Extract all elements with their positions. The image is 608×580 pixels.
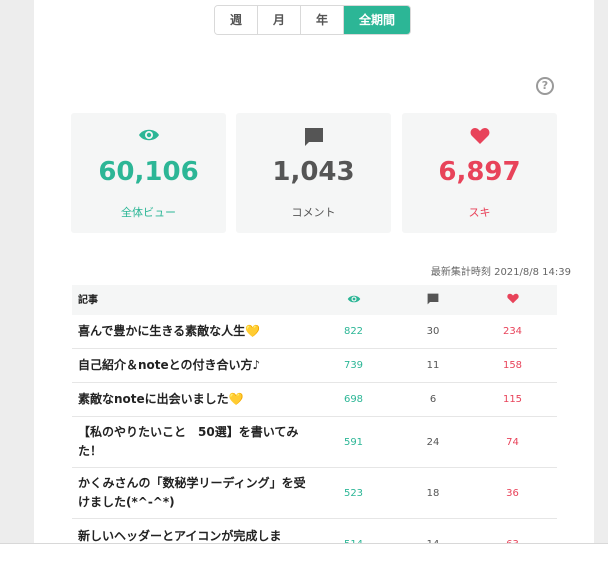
comments-label: コメント: [291, 206, 336, 219]
article-title[interactable]: 喜んで豊かに生きる素敵な人生💛: [72, 322, 309, 341]
period-tabs: 週 月 年 全期間: [214, 5, 411, 35]
eye-icon: [347, 295, 360, 302]
comment-icon: [427, 293, 439, 304]
help-icon[interactable]: ?: [536, 77, 554, 95]
column-likes: [468, 293, 557, 307]
heart-icon: [506, 293, 519, 304]
table-row[interactable]: かくみさんの「数秘学リーディング」を受けました(*^-^*) 523 18 36: [72, 468, 557, 519]
comments-card: 1,043 コメント: [236, 113, 391, 233]
article-comments: 30: [426, 326, 440, 337]
article-comments: 18: [426, 487, 440, 499]
views-card: 60,106 全体ビュー: [71, 113, 226, 233]
article-comments: 11: [426, 360, 440, 371]
article-views: 739: [343, 360, 364, 371]
likes-card: 6,897 スキ: [402, 113, 557, 233]
table-header: 記事: [72, 285, 557, 315]
views-total: 60,106: [98, 157, 199, 187]
article-stats-table: 記事 喜んで豊かに生きる素敵な人生💛 822 30 234 自己紹介＆noteと…: [72, 285, 557, 569]
tab-week[interactable]: 週: [215, 6, 258, 34]
article-views: 822: [343, 326, 364, 337]
article-comments: 24: [426, 436, 440, 448]
article-title[interactable]: かくみさんの「数秘学リーディング」を受けました(*^-^*): [72, 474, 309, 512]
article-title[interactable]: 素敵なnoteに出会いました💛: [72, 390, 309, 409]
table-row[interactable]: 【私のやりたいこと 50選】を書いてみた！ 591 24 74: [72, 417, 557, 468]
bottom-bar: [0, 543, 608, 580]
tab-year[interactable]: 年: [301, 6, 344, 34]
article-title[interactable]: 【私のやりたいこと 50選】を書いてみた！: [72, 423, 309, 461]
article-views: 591: [343, 436, 364, 448]
column-comments: [398, 293, 468, 308]
yellow-heart-icon: 💛: [228, 392, 244, 406]
article-likes: 115: [502, 394, 523, 405]
comments-total: 1,043: [272, 157, 355, 187]
column-title: 記事: [78, 294, 98, 306]
article-views: 523: [343, 487, 364, 499]
table-row[interactable]: 喜んで豊かに生きる素敵な人生💛 822 30 234: [72, 315, 557, 349]
article-likes: 158: [502, 360, 523, 371]
comment-icon: [236, 127, 391, 147]
table-row[interactable]: 素敵なnoteに出会いました💛 698 6 115: [72, 383, 557, 417]
article-likes: 74: [506, 436, 519, 448]
table-row[interactable]: 自己紹介＆noteとの付き合い方♪ 739 11 158: [72, 349, 557, 383]
article-comments: 6: [429, 394, 437, 405]
article-likes: 234: [502, 326, 523, 337]
last-updated: 最新集計時刻 2021/8/8 14:39: [430, 267, 571, 278]
article-likes: 36: [506, 487, 519, 499]
tab-month[interactable]: 月: [258, 6, 301, 34]
eye-icon: [71, 127, 226, 147]
tab-all-time[interactable]: 全期間: [344, 6, 410, 34]
likes-total: 6,897: [438, 157, 521, 187]
yellow-heart-icon: 💛: [245, 324, 261, 338]
article-views: 698: [343, 394, 364, 405]
views-label: 全体ビュー: [121, 206, 176, 219]
likes-label: スキ: [468, 206, 491, 219]
column-views: [309, 294, 398, 307]
article-title[interactable]: 自己紹介＆noteとの付き合い方♪: [72, 356, 309, 375]
heart-icon: [402, 127, 557, 147]
